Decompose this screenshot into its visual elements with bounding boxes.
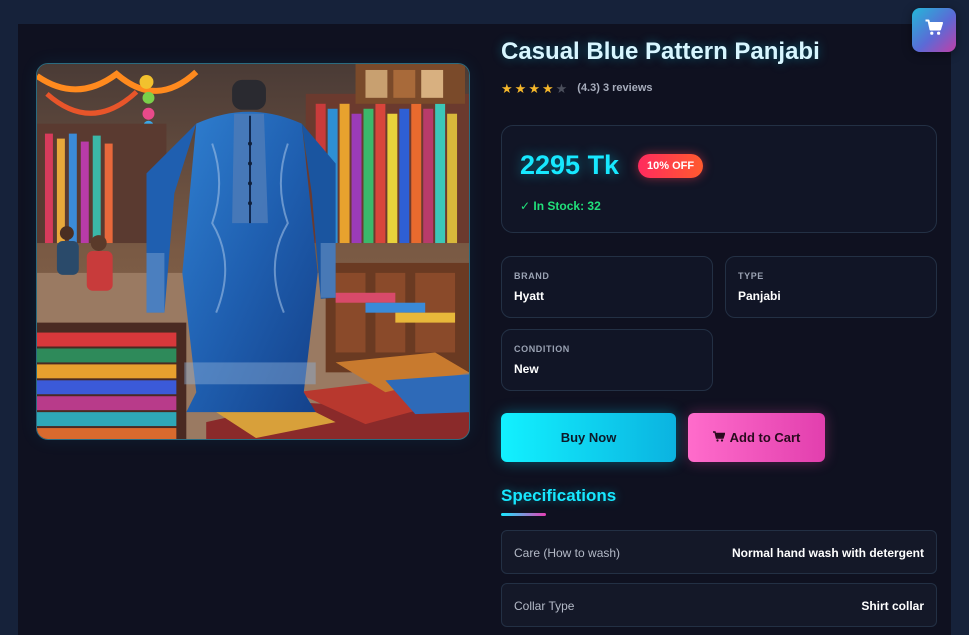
- product-page: 2295 Tk 10% OFF ✓ In Stock: 32 BRAND Hya…: [18, 24, 951, 635]
- brand-label: BRAND: [514, 271, 550, 281]
- rating-text[interactable]: (4.3) 3 reviews: [577, 82, 652, 94]
- condition-label: CONDITION: [514, 344, 570, 354]
- spec-row: Collar Type Shirt collar: [501, 583, 937, 627]
- brand-card: BRAND Hyatt: [501, 256, 713, 318]
- star-icon: ★: [501, 80, 513, 96]
- product-price: 2295 Tk: [520, 150, 620, 180]
- spec-key: Collar Type: [514, 599, 575, 613]
- star-icon: ★: [514, 80, 527, 96]
- product-photo: [37, 64, 469, 439]
- price-card: 2295 Tk 10% OFF ✓ In Stock: 32: [501, 125, 937, 233]
- add-to-cart-button[interactable]: Add to Cart: [688, 413, 825, 462]
- floating-cart-button[interactable]: [912, 8, 956, 52]
- rating: ★ ★ ★ ★ ★ (4.3) 3 reviews: [501, 81, 653, 95]
- spec-key: Care (How to wash): [514, 546, 621, 560]
- spec-row: Care (How to wash) Normal hand wash with…: [501, 530, 937, 574]
- star-icon: ★: [528, 80, 540, 96]
- condition-value: New: [514, 362, 539, 376]
- specifications-underline: [501, 513, 546, 516]
- spec-value: Shirt collar: [861, 599, 924, 613]
- star-icon: ★: [555, 80, 568, 96]
- cart-icon: [712, 430, 726, 445]
- condition-card: CONDITION New: [501, 329, 713, 391]
- discount-badge: 10% OFF: [638, 154, 704, 178]
- type-label: TYPE: [738, 271, 764, 281]
- type-card: TYPE Panjabi: [725, 256, 937, 318]
- spec-value: Normal hand wash with detergent: [731, 546, 924, 560]
- product-image[interactable]: [36, 63, 470, 440]
- buy-now-label: Buy Now: [560, 430, 617, 445]
- stock-status: ✓ In Stock: 32: [520, 199, 601, 213]
- star-icon: ★: [541, 80, 554, 96]
- specifications-heading: Specifications: [501, 486, 617, 505]
- cart-icon: [925, 19, 943, 41]
- type-value: Panjabi: [738, 289, 781, 303]
- buy-now-button[interactable]: Buy Now: [501, 413, 676, 462]
- brand-value: Hyatt: [514, 289, 545, 303]
- add-to-cart-label: Add to Cart: [729, 430, 801, 445]
- product-title: Casual Blue Pattern Panjabi: [501, 38, 820, 65]
